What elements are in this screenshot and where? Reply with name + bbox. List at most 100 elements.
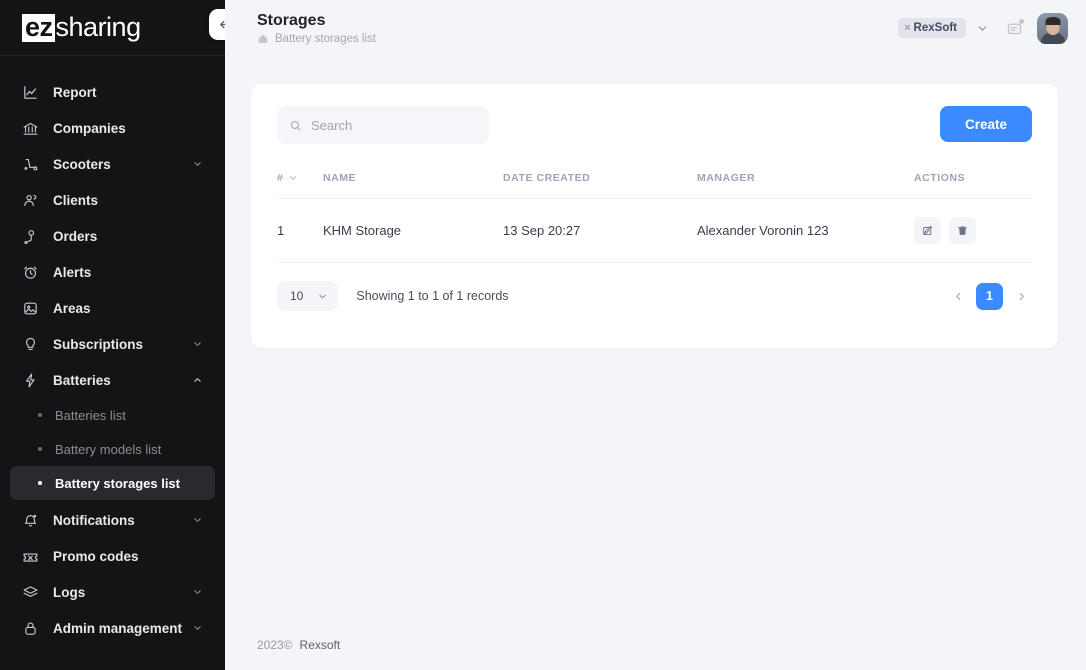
- chevron-down-icon[interactable]: [192, 515, 203, 526]
- column-header-date-created: DATE CREATED: [503, 172, 697, 199]
- trash-icon: [957, 226, 968, 235]
- bolt-icon: [21, 371, 40, 390]
- search-box[interactable]: [277, 106, 489, 144]
- app-root: ez sharing Report Companies Scooters Cli…: [0, 0, 1086, 670]
- storages-table: # NAME DATE CREATED MANAGER ACTIONS 1 KH…: [277, 172, 1032, 263]
- sidebar-item-label: Companies: [53, 120, 126, 136]
- sidebar-item-label: Subscriptions: [53, 336, 144, 352]
- table-body: 1 KHM Storage 13 Sep 20:27 Alexander Vor…: [277, 198, 1032, 263]
- bullet-icon: [38, 413, 42, 417]
- table-head: # NAME DATE CREATED MANAGER ACTIONS: [277, 172, 1032, 199]
- sidebar-item-label: Notifications: [53, 512, 135, 528]
- sidebar-item-clients[interactable]: Clients: [10, 182, 215, 218]
- sidebar-collapse-button[interactable]: [209, 9, 225, 40]
- column-header-index[interactable]: #: [277, 172, 323, 199]
- sidebar-item-areas[interactable]: Areas: [10, 290, 215, 326]
- sidebar-item-label: Promo codes: [53, 548, 139, 564]
- home-icon: [258, 34, 268, 43]
- table-footer: 10 Showing 1 to 1 of 1 records 1: [277, 281, 1032, 311]
- users-icon: [21, 191, 40, 210]
- sidebar-subitem-label: Batteries list: [55, 407, 126, 423]
- sidebar-subitem-label: Battery storages list: [55, 475, 180, 491]
- sidebar-item-scooters[interactable]: Scooters: [10, 146, 215, 182]
- sidebar-subitem-battery-storages-list[interactable]: Battery storages list: [10, 466, 215, 500]
- ticket-icon: [21, 547, 40, 566]
- delete-button[interactable]: [949, 217, 976, 244]
- bullet-icon: [38, 447, 42, 451]
- cell-manager: Alexander Voronin 123: [697, 198, 914, 263]
- message-icon[interactable]: [999, 13, 1029, 43]
- sidebar-item-notifications[interactable]: Notifications: [10, 502, 215, 538]
- sidebar-item-subscriptions[interactable]: Subscriptions: [10, 326, 215, 362]
- edit-button[interactable]: [914, 217, 941, 244]
- create-button[interactable]: Create: [939, 106, 1032, 142]
- sidebar-item-companies[interactable]: Companies: [10, 110, 215, 146]
- sidebar-nav: Report Companies Scooters Clients Orders…: [0, 56, 225, 646]
- avatar-hair: [1045, 16, 1060, 25]
- arrow-left-icon: [220, 20, 225, 29]
- avatar[interactable]: [1037, 12, 1068, 44]
- sidebar-item-label: Logs: [53, 584, 86, 600]
- cell-index: 1: [277, 198, 323, 263]
- search-input[interactable]: [311, 117, 477, 133]
- chevron-up-icon[interactable]: [192, 375, 203, 386]
- content: Create # NAME DATE CREATED: [225, 56, 1086, 348]
- footer-company: Rexsoft: [299, 638, 341, 652]
- sidebar-item-label: Orders: [53, 228, 98, 244]
- sidebar-item-admin-management[interactable]: Admin management: [10, 610, 215, 646]
- page-footer: 2023© Rexsoft: [225, 638, 340, 670]
- sidebar-item-orders[interactable]: Orders: [10, 218, 215, 254]
- sidebar: ez sharing Report Companies Scooters Cli…: [0, 0, 225, 670]
- pin-icon: [21, 227, 40, 246]
- footer-year: 2023©: [257, 638, 293, 652]
- breadcrumb-label: Battery storages list: [275, 33, 376, 45]
- chevron-down-icon[interactable]: [288, 173, 298, 183]
- clock-icon: [21, 263, 40, 282]
- pagination-next-button[interactable]: [1010, 283, 1032, 309]
- column-header-manager: MANAGER: [697, 172, 914, 199]
- sidebar-subitem-label: Battery models list: [55, 441, 162, 457]
- column-header-actions: ACTIONS: [914, 172, 1032, 199]
- logo[interactable]: ez sharing: [0, 0, 225, 56]
- chevron-down-icon[interactable]: [192, 339, 203, 350]
- pagination-page-1[interactable]: 1: [976, 282, 1003, 310]
- notification-badge: [1019, 19, 1024, 24]
- edit-icon: [923, 225, 933, 236]
- chevron-down-icon[interactable]: [976, 22, 989, 35]
- bell-icon: [21, 511, 40, 530]
- cell-date-created: 13 Sep 20:27: [503, 198, 697, 263]
- chevron-down-icon[interactable]: [192, 587, 203, 598]
- chevron-down-icon[interactable]: [192, 623, 203, 634]
- title-block: Storages Battery storages list: [257, 11, 376, 45]
- sidebar-item-label: Clients: [53, 192, 99, 208]
- chevron-down-icon[interactable]: [192, 159, 203, 170]
- card-toolbar: Create: [277, 106, 1032, 144]
- logo-text-sharing: sharing: [55, 11, 142, 42]
- sidebar-item-label: Alerts: [53, 264, 92, 280]
- company-chip-label: RexSoft: [913, 22, 957, 34]
- sidebar-item-logs[interactable]: Logs: [10, 574, 215, 610]
- bank-icon: [21, 119, 40, 138]
- layers-icon: [21, 583, 40, 602]
- table-row[interactable]: 1 KHM Storage 13 Sep 20:27 Alexander Vor…: [277, 198, 1032, 263]
- column-header-name: NAME: [323, 172, 503, 199]
- chevron-left-icon: [955, 292, 960, 300]
- image-icon: [21, 299, 40, 318]
- sidebar-item-alerts[interactable]: Alerts: [10, 254, 215, 290]
- company-chip[interactable]: × RexSoft: [898, 18, 966, 38]
- chart-icon: [21, 83, 40, 102]
- sidebar-item-report[interactable]: Report: [10, 74, 215, 110]
- company-selector[interactable]: × RexSoft: [892, 14, 995, 42]
- lock-icon: [21, 619, 40, 638]
- sidebar-subitem-battery-models-list[interactable]: Battery models list: [10, 432, 215, 466]
- sidebar-item-promo-codes[interactable]: Promo codes: [10, 538, 215, 574]
- main-area: Storages Battery storages list × RexSoft: [225, 0, 1086, 670]
- per-page-select[interactable]: 10: [277, 281, 339, 311]
- chevron-right-icon: [1019, 292, 1024, 300]
- close-icon[interactable]: ×: [904, 22, 910, 34]
- chevron-down-icon[interactable]: [317, 291, 328, 302]
- pagination-prev-button[interactable]: [947, 283, 969, 309]
- sidebar-subitem-batteries-list[interactable]: Batteries list: [10, 398, 215, 432]
- bulb-icon: [21, 335, 40, 354]
- sidebar-item-batteries[interactable]: Batteries: [10, 362, 215, 398]
